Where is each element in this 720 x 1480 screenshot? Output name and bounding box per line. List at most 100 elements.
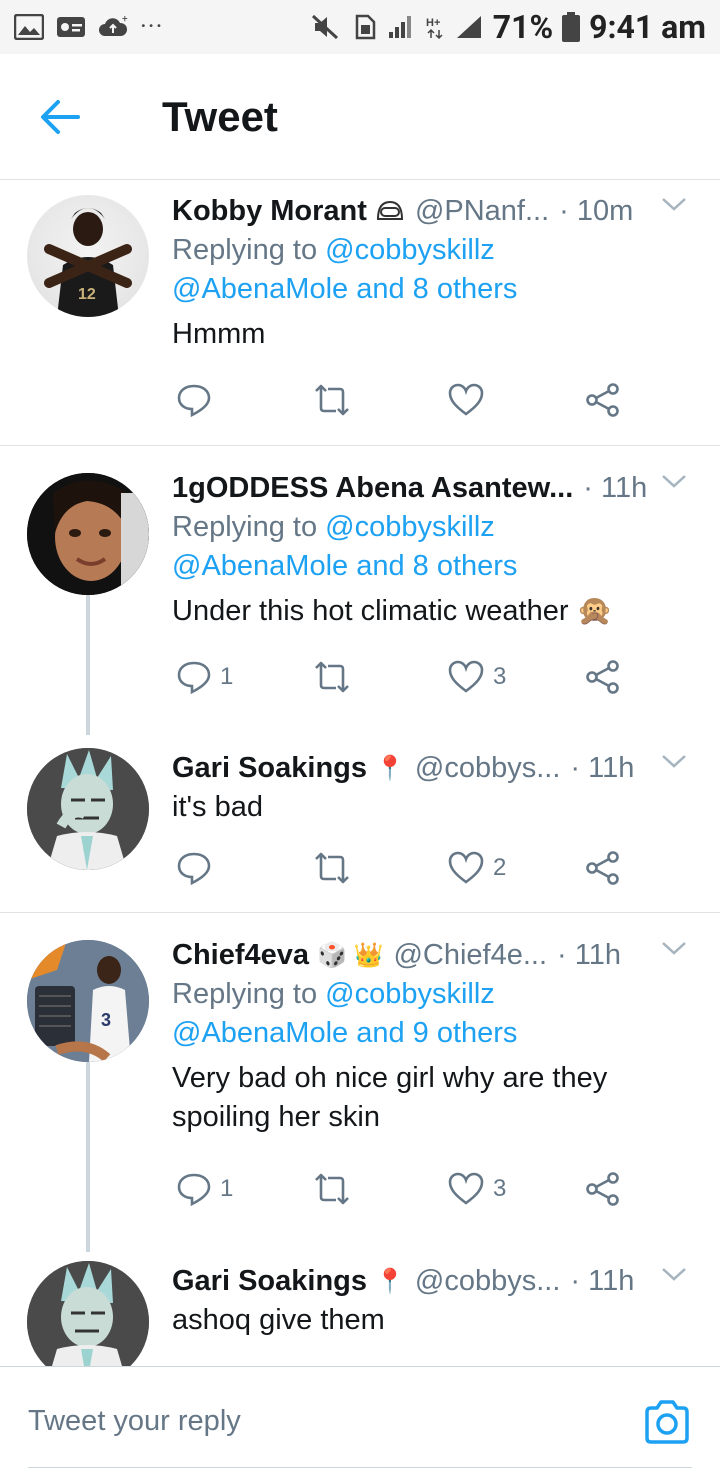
mention-link[interactable]: @cobbyskillz [325, 511, 495, 543]
heart-icon [448, 383, 484, 416]
like-button[interactable]: 3 [447, 1167, 506, 1211]
tweet-actions [172, 378, 652, 422]
tweet-time: · 11h [570, 1264, 635, 1297]
chevron-down-icon[interactable] [660, 752, 688, 770]
heart-icon [448, 660, 484, 693]
heart-icon [448, 1172, 484, 1205]
others-link[interactable]: @AbenaMole and 8 others [172, 273, 517, 305]
tweet-time: · 11h [570, 751, 635, 784]
replying-to: Replying to @cobbyskillz [172, 234, 495, 266]
share-icon [586, 660, 619, 694]
tweet[interactable]: 12 Kobby Morant @PNanf... · 10m Replying… [0, 181, 720, 445]
tweet-time: · 10m [559, 194, 634, 227]
reply-button[interactable]: 1 [176, 1167, 233, 1211]
author-handle[interactable]: @PNanf... [415, 195, 549, 228]
share-button[interactable] [584, 378, 622, 422]
reply-underline [28, 1467, 692, 1468]
more-notifications-icon: ··· [140, 12, 164, 42]
tweet-text: it's bad [172, 791, 263, 823]
chevron-down-icon[interactable] [660, 472, 688, 490]
retweet-button[interactable] [312, 846, 360, 890]
heart-icon [448, 851, 484, 884]
author-handle[interactable]: @cobbys... [415, 752, 561, 785]
reply-icon [177, 661, 211, 695]
chevron-down-icon[interactable] [660, 195, 688, 213]
tweet-actions: 2 [172, 846, 652, 890]
mention-link[interactable]: @cobbyskillz [325, 978, 495, 1010]
like-count: 3 [493, 663, 507, 690]
share-button[interactable] [584, 1167, 622, 1211]
svg-text:+: + [122, 14, 128, 25]
tweet-text: ashoq give them [172, 1304, 385, 1336]
chevron-down-icon[interactable] [660, 939, 688, 957]
avatar[interactable] [27, 473, 149, 595]
avatar[interactable] [27, 748, 149, 870]
like-count: 3 [493, 1175, 507, 1202]
tweet-text: Hmmm [172, 318, 266, 350]
share-button[interactable] [584, 846, 622, 890]
reply-count: 1 [220, 1175, 234, 1202]
reply-count: 1 [220, 663, 234, 690]
signal-icon [387, 14, 417, 40]
retweet-button[interactable] [312, 378, 360, 422]
pin-emoji: 📍 [375, 754, 405, 782]
tweet-actions: 1 3 [172, 655, 652, 699]
tweet-time: · 11h [583, 471, 648, 504]
back-arrow-icon [41, 99, 80, 134]
retweet-button[interactable] [312, 655, 360, 699]
retweet-button[interactable] [312, 1167, 360, 1211]
reply-icon [177, 852, 211, 886]
author-name[interactable]: Kobby Morant [172, 195, 367, 228]
signal-icon-2 [455, 14, 485, 40]
others-link[interactable]: @AbenaMole and 8 others [172, 550, 517, 582]
share-icon [586, 383, 619, 417]
svg-text:H+: H+ [426, 17, 440, 29]
cloud-upload-icon: + [98, 14, 128, 40]
status-bar: + ··· H+ 71% 9:41 am [0, 0, 720, 54]
mute-icon [311, 14, 341, 40]
author-name[interactable]: Gari Soakings [172, 1265, 367, 1298]
battery-icon [561, 12, 581, 42]
avatar[interactable]: 12 [27, 195, 149, 317]
share-icon [586, 851, 619, 885]
mention-link[interactable]: @cobbyskillz [325, 234, 495, 266]
battery-percent: 71% [492, 8, 554, 46]
id-card-icon [56, 14, 86, 40]
tweet[interactable]: Gari Soakings 📍 @cobbys... · 11h ashoq g… [0, 1249, 720, 1366]
like-button[interactable]: 2 [447, 846, 506, 890]
others-link[interactable]: @AbenaMole and 9 others [172, 1017, 517, 1049]
author-handle[interactable]: @cobbys... [415, 1265, 561, 1298]
thread-line [86, 1062, 90, 1252]
clock: 9:41 am [589, 8, 706, 46]
astronaut-icon [375, 199, 405, 223]
reply-composer [0, 1366, 720, 1480]
reply-button[interactable]: 1 [176, 655, 233, 699]
network-type-icon: H+ [425, 14, 447, 40]
author-name[interactable]: 1gODDESS Abena Asantew... [172, 472, 573, 505]
dice-crown-emoji: 🎲 👑 [317, 941, 384, 969]
replying-to: Replying to @cobbyskillz [172, 511, 495, 543]
tweet-text: Under this hot climatic weather 🙊 [172, 595, 613, 627]
retweet-icon [315, 384, 349, 416]
like-button[interactable] [447, 378, 493, 422]
reply-button[interactable] [176, 846, 220, 890]
author-name[interactable]: Gari Soakings [172, 752, 367, 785]
author-handle[interactable]: @Chief4e... [393, 939, 547, 972]
avatar[interactable]: 3 [27, 940, 149, 1062]
svg-text:3: 3 [101, 1010, 111, 1030]
back-button[interactable] [0, 54, 120, 180]
reply-input[interactable] [28, 1405, 588, 1438]
tweet-text: Very bad oh nice girl why are they spoil… [172, 1062, 608, 1133]
camera-button[interactable] [642, 1397, 692, 1447]
author-name[interactable]: Chief4eva [172, 939, 309, 972]
app-header: Tweet [0, 54, 720, 180]
page-title: Tweet [162, 92, 278, 140]
tweet-time: · 11h [557, 938, 621, 971]
reply-button[interactable] [176, 378, 220, 422]
share-button[interactable] [584, 655, 622, 699]
retweet-icon [315, 852, 349, 884]
avatar[interactable] [27, 1261, 149, 1366]
replying-to: Replying to @cobbyskillz [172, 978, 495, 1010]
like-button[interactable]: 3 [447, 655, 506, 699]
chevron-down-icon[interactable] [660, 1265, 688, 1283]
